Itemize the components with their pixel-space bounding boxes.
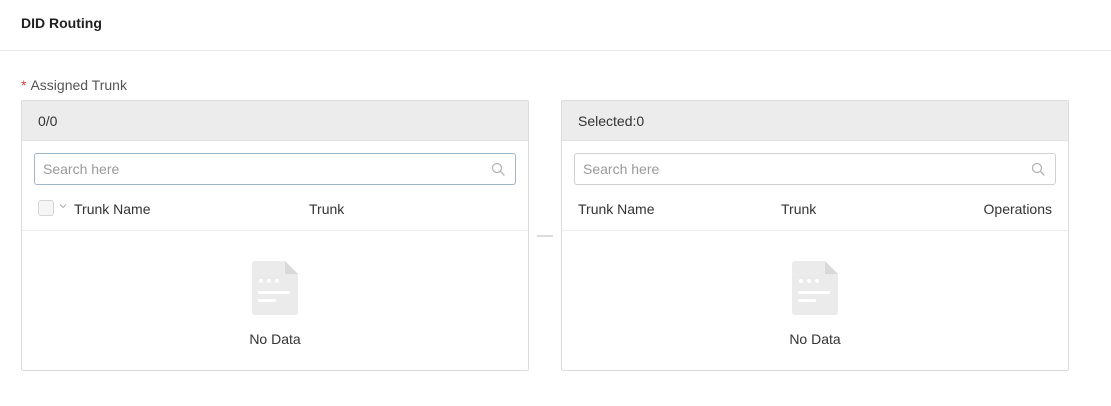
page-title: DID Routing <box>21 15 102 31</box>
selected-trunks-panel: Selected:0 Trunk Name Trunk Operations N… <box>561 100 1069 371</box>
panel-header: Selected:0 <box>562 101 1068 141</box>
column-operations: Operations <box>983 201 1052 217</box>
field-label-text: Assigned Trunk <box>30 77 127 93</box>
column-header-row: Trunk Name Trunk Operations <box>562 197 1068 231</box>
column-trunk-name: Trunk Name <box>74 201 151 217</box>
selected-count: Selected:0 <box>578 113 645 129</box>
column-header-row: Trunk Name Trunk <box>22 197 528 231</box>
search-box <box>574 153 1056 185</box>
empty-document-icon <box>252 261 298 315</box>
selected-search-input[interactable] <box>575 154 1015 184</box>
empty-document-icon <box>792 261 838 315</box>
empty-state: No Data <box>562 261 1068 347</box>
available-count: 0/0 <box>38 113 58 129</box>
available-search-input[interactable] <box>35 154 475 184</box>
required-mark: * <box>21 77 27 93</box>
panel-header: 0/0 <box>22 101 528 141</box>
column-trunk-name: Trunk Name <box>578 201 655 217</box>
no-data-text: No Data <box>789 331 841 347</box>
page-header: DID Routing <box>0 0 1111 51</box>
search-icon[interactable] <box>1031 162 1045 176</box>
no-data-text: No Data <box>249 331 301 347</box>
search-box <box>34 153 516 185</box>
available-trunks-panel: 0/0 Trunk Name Trunk No Data <box>21 100 529 371</box>
column-trunk: Trunk <box>309 201 345 217</box>
empty-state: No Data <box>22 261 528 347</box>
select-all-checkbox[interactable] <box>38 200 54 216</box>
chevron-down-icon[interactable] <box>58 201 68 211</box>
transfer-divider <box>537 235 553 237</box>
column-trunk: Trunk <box>781 201 817 217</box>
assigned-trunk-label: * Assigned Trunk <box>21 77 127 93</box>
search-icon[interactable] <box>491 162 505 176</box>
